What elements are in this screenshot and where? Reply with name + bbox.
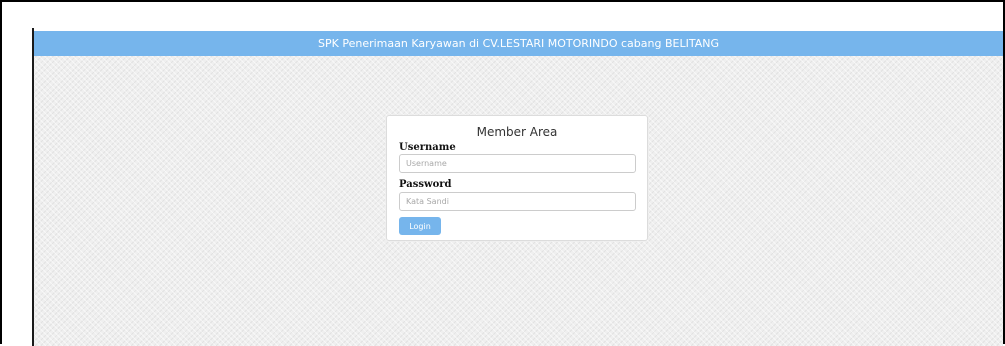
password-label: Password — [399, 179, 452, 190]
username-label: Username — [399, 142, 456, 153]
login-panel: Member Area Username Password Login — [386, 115, 648, 241]
page-title: SPK Penerimaan Karyawan di CV.LESTARI MO… — [318, 37, 719, 50]
username-input[interactable] — [399, 154, 636, 173]
login-title: Member Area — [476, 125, 558, 139]
login-button[interactable]: Login — [399, 217, 441, 235]
page-viewport: SPK Penerimaan Karyawan di CV.LESTARI MO… — [34, 31, 1003, 346]
password-input[interactable] — [399, 192, 636, 211]
header-bar: SPK Penerimaan Karyawan di CV.LESTARI MO… — [34, 31, 1003, 56]
